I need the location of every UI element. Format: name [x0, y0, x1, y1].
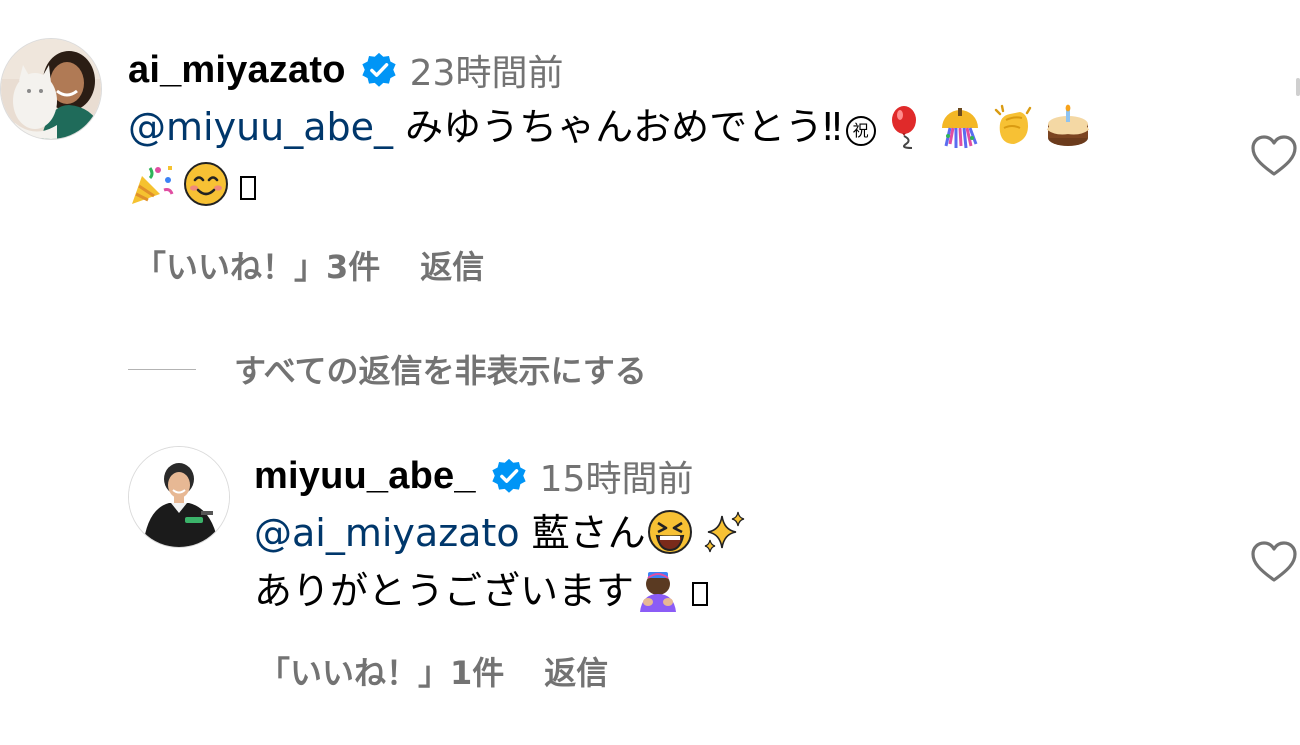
comment-thread: ai_miyazato 23時間前 @miyuu_abe_ みゆうちゃんおめでと… [0, 0, 1300, 745]
hide-replies-label[interactable]: すべての返信を非表示にする [234, 346, 647, 392]
birthday-cake-icon [1044, 102, 1092, 150]
reply-button[interactable]: 返信 [420, 242, 484, 288]
missing-glyph-icon [692, 582, 709, 606]
balloon-icon [882, 102, 930, 150]
verified-badge-icon [490, 457, 528, 495]
heart-icon[interactable] [1250, 134, 1298, 178]
party-popper-icon [128, 160, 176, 208]
grinning-squinting-face-icon [646, 508, 694, 556]
clapping-hands-icon [990, 102, 1038, 150]
reply-text: @ai_miyazato 藍さん ありがとうございます [254, 504, 754, 620]
comment-text: @miyuu_abe_ みゆうちゃんおめでとう‼ 祝 [128, 98, 1098, 214]
hide-replies-toggle[interactable]: すべての返信を非表示にする [128, 346, 647, 392]
timestamp: 15時間前 [539, 459, 694, 500]
avatar[interactable] [0, 38, 102, 140]
comment-message: みゆうちゃんおめでとう‼ [405, 105, 842, 149]
reply-message-line2: ありがとうございます [254, 569, 635, 613]
mention-link[interactable]: @ai_miyazato [254, 511, 520, 555]
scroll-edge [1296, 78, 1300, 96]
sparkles-icon [700, 508, 748, 556]
reply-button[interactable]: 返信 [544, 648, 608, 694]
mention-link[interactable]: @miyuu_abe_ [128, 105, 393, 149]
divider-line [128, 368, 196, 370]
circled-ideograph-icon: 祝 [845, 116, 876, 146]
confetti-ball-icon [936, 102, 984, 150]
smiling-face-icon [182, 160, 230, 208]
comment-header: ai_miyazato 23時間前 [128, 42, 563, 98]
missing-glyph-icon [240, 176, 256, 200]
likes-count[interactable]: 「いいね！」3件 [134, 242, 380, 288]
reply-message-line1: 藍さん [531, 511, 646, 555]
verified-badge-icon [360, 51, 398, 89]
reply-actions: 「いいね！」1件 返信 [258, 648, 608, 694]
reply-header: miyuu_abe_ 15時間前 [254, 448, 693, 504]
person-bowing-icon [634, 566, 682, 614]
heart-icon[interactable] [1250, 540, 1298, 584]
timestamp: 23時間前 [409, 53, 564, 94]
comment-actions: 「いいね！」3件 返信 [134, 242, 484, 288]
avatar[interactable] [128, 446, 230, 548]
username[interactable]: miyuu_abe_ [254, 455, 476, 498]
likes-count[interactable]: 「いいね！」1件 [258, 648, 504, 694]
username[interactable]: ai_miyazato [128, 49, 346, 92]
